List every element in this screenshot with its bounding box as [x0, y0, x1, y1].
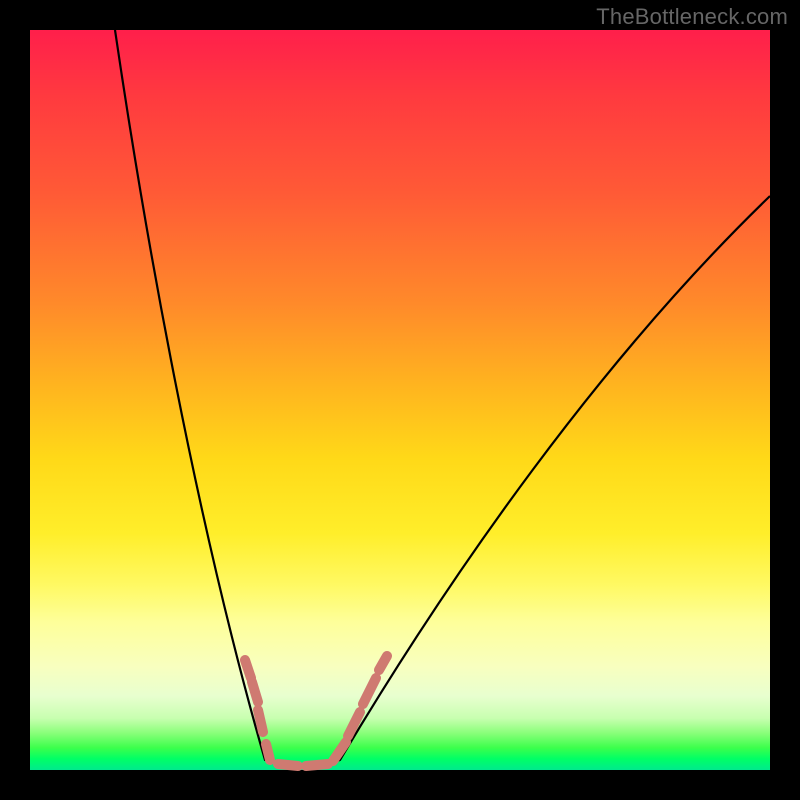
watermark-text: TheBottleneck.com: [596, 4, 788, 30]
chart-frame: TheBottleneck.com: [0, 0, 800, 800]
dash-seg: [333, 742, 346, 761]
plot-area: [30, 30, 770, 770]
dash-seg: [306, 764, 328, 766]
valley-dash-group: [245, 656, 387, 766]
curve-layer: [30, 30, 770, 770]
dash-seg: [266, 744, 270, 760]
dash-seg: [379, 656, 387, 670]
bottleneck-curve: [115, 30, 770, 766]
dash-seg: [245, 660, 251, 678]
dash-seg: [278, 764, 298, 766]
dash-seg: [348, 712, 360, 736]
dash-seg: [363, 678, 376, 704]
dash-seg: [258, 710, 263, 732]
dash-seg: [252, 682, 258, 702]
